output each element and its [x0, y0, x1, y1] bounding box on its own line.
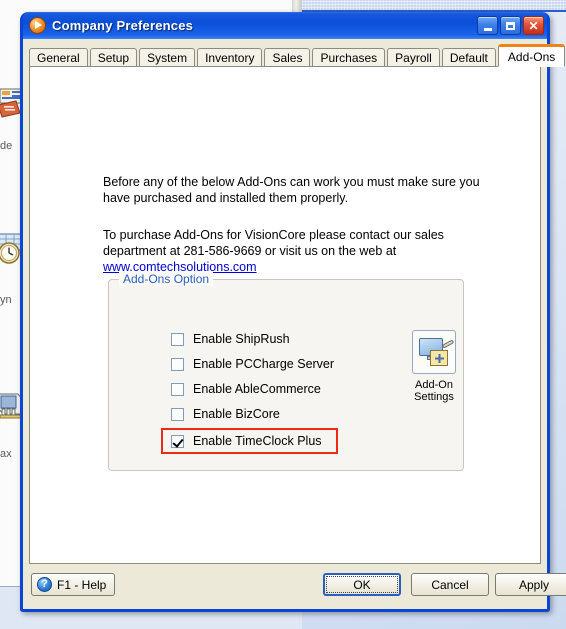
checkbox-pccharge-server[interactable] [171, 357, 184, 371]
checkbox-row-pccharge-server[interactable]: Enable PCCharge Server [167, 353, 338, 375]
checkbox-label-shiprush: Enable ShipRush [193, 332, 290, 346]
checkbox-timeclock-plus[interactable] [171, 434, 184, 448]
window-controls: ✕ [477, 16, 544, 35]
dialog-title: Company Preferences [52, 18, 194, 33]
tab-payroll[interactable]: Payroll [387, 48, 440, 67]
minimize-button[interactable] [477, 16, 498, 35]
checkbox-ablecommerce[interactable] [171, 382, 184, 396]
help-question-icon: ? [37, 577, 52, 592]
checkbox-label-ablecommerce: Enable AbleCommerce [193, 382, 321, 396]
add-ons-intro-text: Before any of the below Add-Ons can work… [103, 174, 488, 275]
intro-paragraph-2: To purchase Add-Ons for VisionCore pleas… [103, 227, 488, 275]
add-on-settings-label: Add-On Settings [397, 379, 471, 403]
add-on-settings-button[interactable]: Add-On Settings [397, 330, 471, 403]
cancel-button[interactable]: Cancel [411, 573, 489, 596]
checkbox-label-bizcore: Enable BizCore [193, 407, 280, 421]
vision-core-icon [29, 17, 46, 34]
checkbox-shiprush[interactable] [171, 332, 184, 346]
addon-settings-icon [412, 330, 456, 374]
ok-focus-ring [326, 576, 398, 593]
preferences-tabstrip: General Setup System Inventory Sales Pur… [23, 43, 566, 67]
add-on-settings-label-line2: Settings [414, 391, 454, 403]
add-ons-option-group-label: Add-Ons Option [119, 272, 214, 286]
tab-purchases[interactable]: Purchases [312, 48, 386, 67]
dialog-titlebar[interactable]: Company Preferences ✕ [23, 12, 547, 39]
add-ons-checkbox-list: Enable ShipRush Enable PCCharge Server E… [161, 328, 339, 457]
intro-paragraph-1: Before any of the below Add-Ons can work… [103, 175, 480, 205]
checkbox-row-shiprush[interactable]: Enable ShipRush [167, 328, 338, 350]
background-nav-label-2: yn [0, 294, 12, 306]
cancel-button-label: Cancel [431, 577, 469, 592]
checkbox-label-pccharge-server: Enable PCCharge Server [193, 357, 335, 371]
background-nav-label-1: de [0, 140, 13, 152]
tab-default[interactable]: Default [441, 48, 496, 67]
tab-sales[interactable]: Sales [264, 48, 311, 67]
checkbox-row-ablecommerce[interactable]: Enable AbleCommerce [167, 378, 338, 400]
tab-inventory[interactable]: Inventory [197, 48, 263, 67]
add-ons-option-group: Add-Ons Option Enable ShipRush Enable PC… [108, 272, 464, 471]
tab-general[interactable]: General [29, 48, 88, 67]
tab-add-ons[interactable]: Add-Ons [497, 44, 566, 67]
add-ons-tab-page: Before any of the below Add-Ons can work… [29, 66, 541, 564]
apply-button[interactable]: Apply [495, 573, 566, 596]
maximize-button[interactable] [500, 16, 521, 35]
tab-setup[interactable]: Setup [89, 48, 138, 67]
dialog-footer: ? F1 - Help OK Cancel Apply [23, 564, 566, 609]
apply-button-label: Apply [518, 577, 550, 592]
company-preferences-dialog: Company Preferences ✕ General Setup Syst… [20, 12, 566, 612]
checkbox-row-bizcore[interactable]: Enable BizCore [167, 403, 338, 425]
intro-paragraph-2-text: To purchase Add-Ons for VisionCore pleas… [103, 228, 444, 258]
f1-help-label: F1 - Help [57, 577, 107, 592]
close-button[interactable]: ✕ [523, 16, 544, 35]
background-nav-label-3: ax [0, 448, 12, 460]
ok-button[interactable]: OK [323, 573, 401, 596]
checkbox-label-timeclock-plus: Enable TimeClock Plus [193, 434, 322, 448]
checkbox-bizcore[interactable] [171, 407, 184, 421]
tab-system[interactable]: System [139, 48, 196, 67]
checkbox-row-timeclock-plus[interactable]: Enable TimeClock Plus [161, 428, 339, 454]
f1-help-button[interactable]: ? F1 - Help [31, 573, 115, 596]
add-on-settings-label-line1: Add-On [415, 379, 453, 391]
